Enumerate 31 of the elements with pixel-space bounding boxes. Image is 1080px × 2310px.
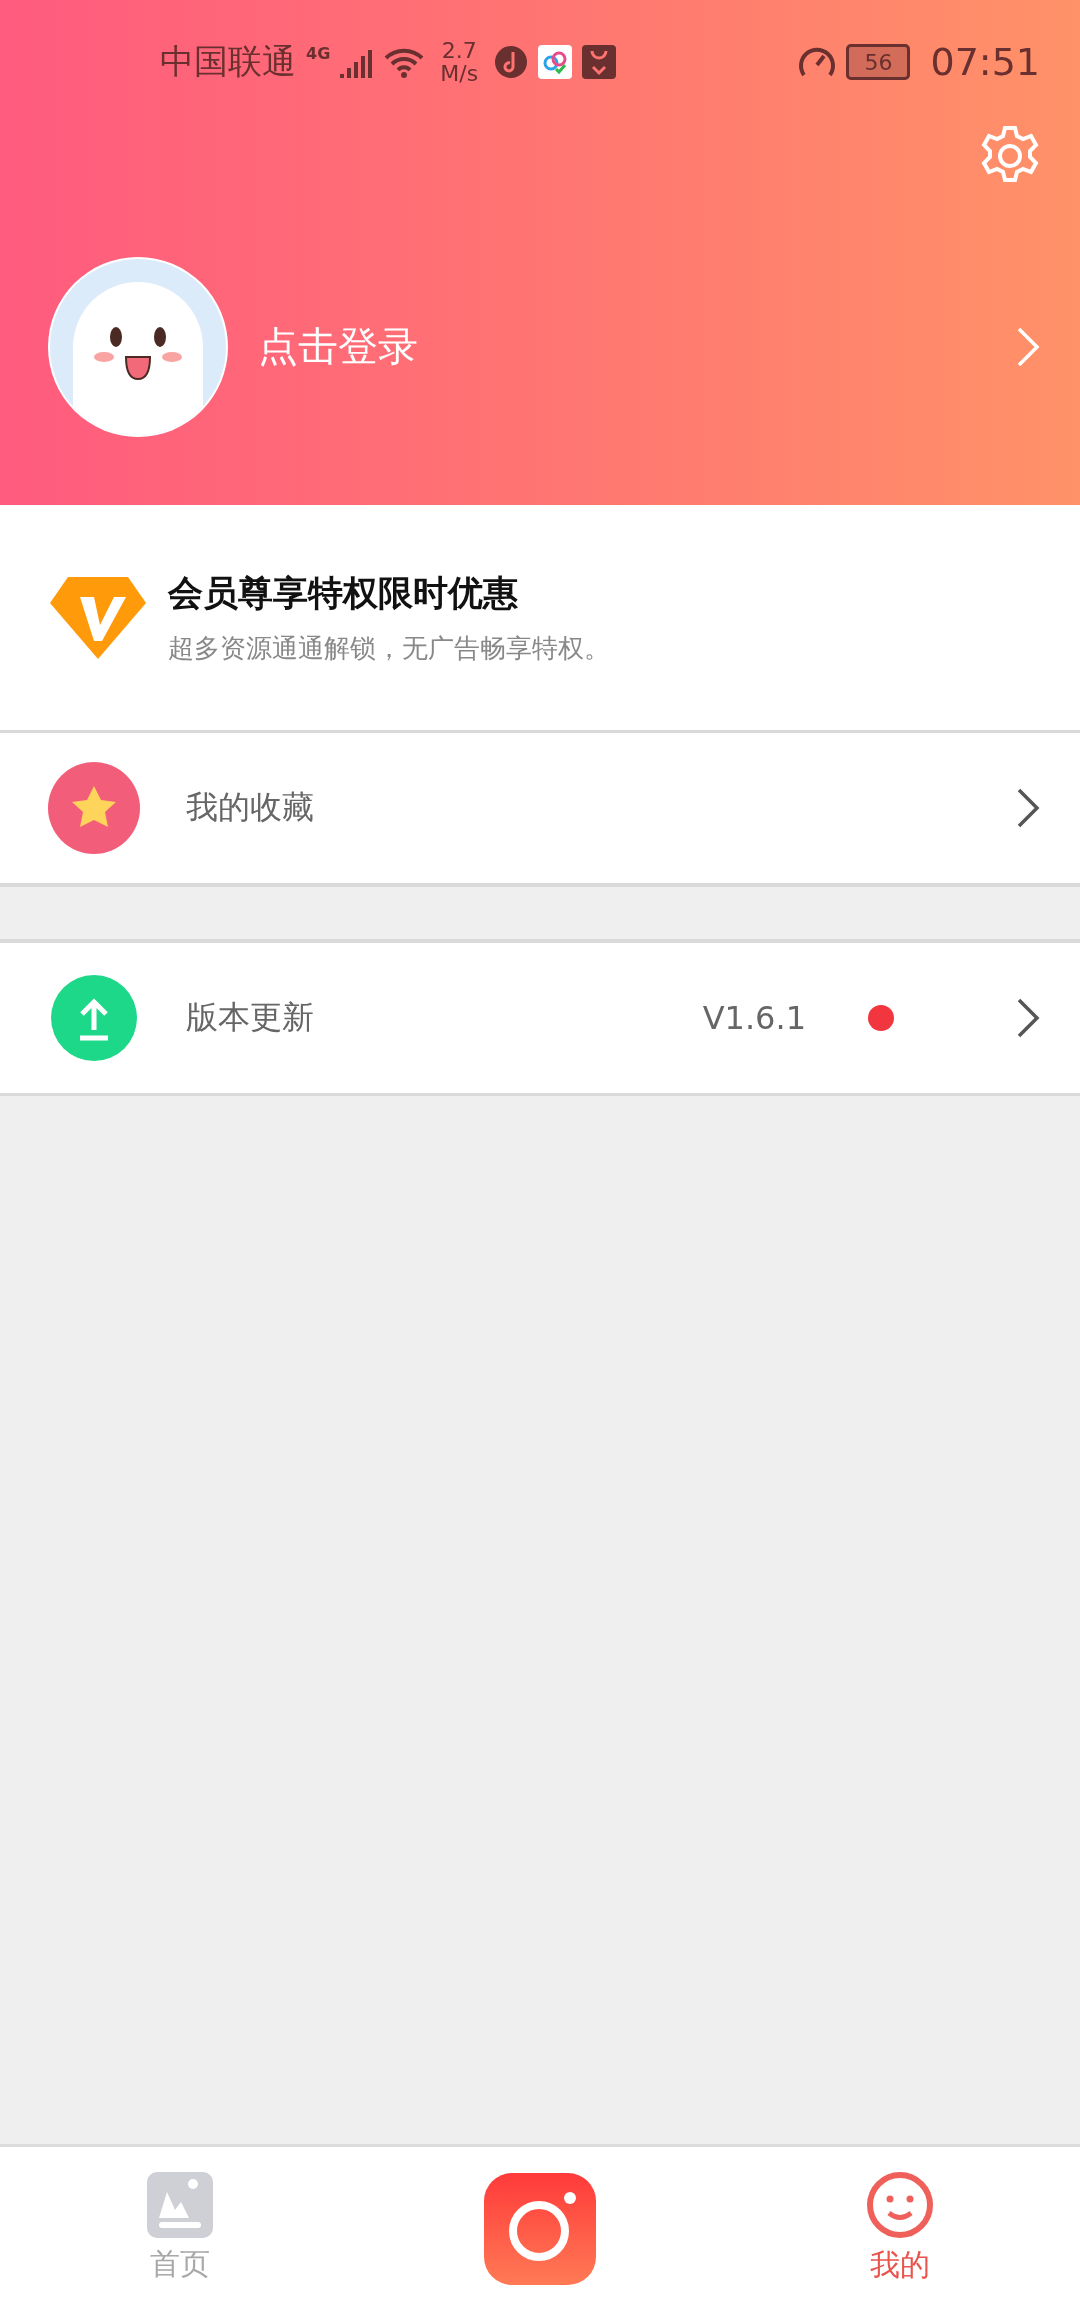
smiley-icon: [866, 2171, 934, 2239]
tab-item[interactable]: 我的: [720, 2147, 1080, 2310]
version-number: V1.6.1: [702, 999, 806, 1037]
diamond-v-icon: [48, 574, 148, 661]
music-app-icon: [494, 45, 529, 79]
favorites-row[interactable]: 我的收藏: [0, 733, 1080, 883]
camera-icon[interactable]: [484, 2172, 596, 2285]
vip-banner[interactable]: 会员尊享特权限时优惠 超多资源通通解锁，无广告畅享特权。: [0, 505, 1080, 733]
menu-label: 版本更新: [186, 997, 314, 1038]
menu-label: 我的收藏: [186, 787, 314, 828]
tab-label: 首页: [150, 2245, 210, 2283]
carrier-name: 中国联通: [160, 40, 296, 83]
chevron-icon: [1016, 997, 1040, 1039]
tab-label: 我的: [870, 2246, 930, 2284]
chevron-icon: [1016, 325, 1040, 368]
speed-unit: M/s: [440, 62, 479, 86]
update-row[interactable]: 版本更新 V1.6.1: [0, 943, 1080, 1093]
network-speed: 2.7: [441, 38, 477, 62]
vip-subtitle: 超多资源通通解锁，无广告畅享特权。: [168, 631, 610, 665]
battery-icon: 56: [846, 44, 911, 80]
chevron-icon: [1016, 787, 1040, 829]
avatar[interactable]: [48, 256, 228, 437]
cloud-app-icon: [538, 45, 573, 79]
clock-time: 07:51: [930, 40, 1040, 84]
bag-app-icon: [582, 45, 617, 79]
upload-icon: [48, 972, 140, 1064]
gallery-icon: [147, 2172, 213, 2238]
vip-title: 会员尊享特权限时优惠: [168, 571, 519, 615]
wifi-icon: [384, 46, 425, 78]
network-type: 4G: [306, 44, 331, 63]
speedometer-icon: [798, 45, 837, 79]
